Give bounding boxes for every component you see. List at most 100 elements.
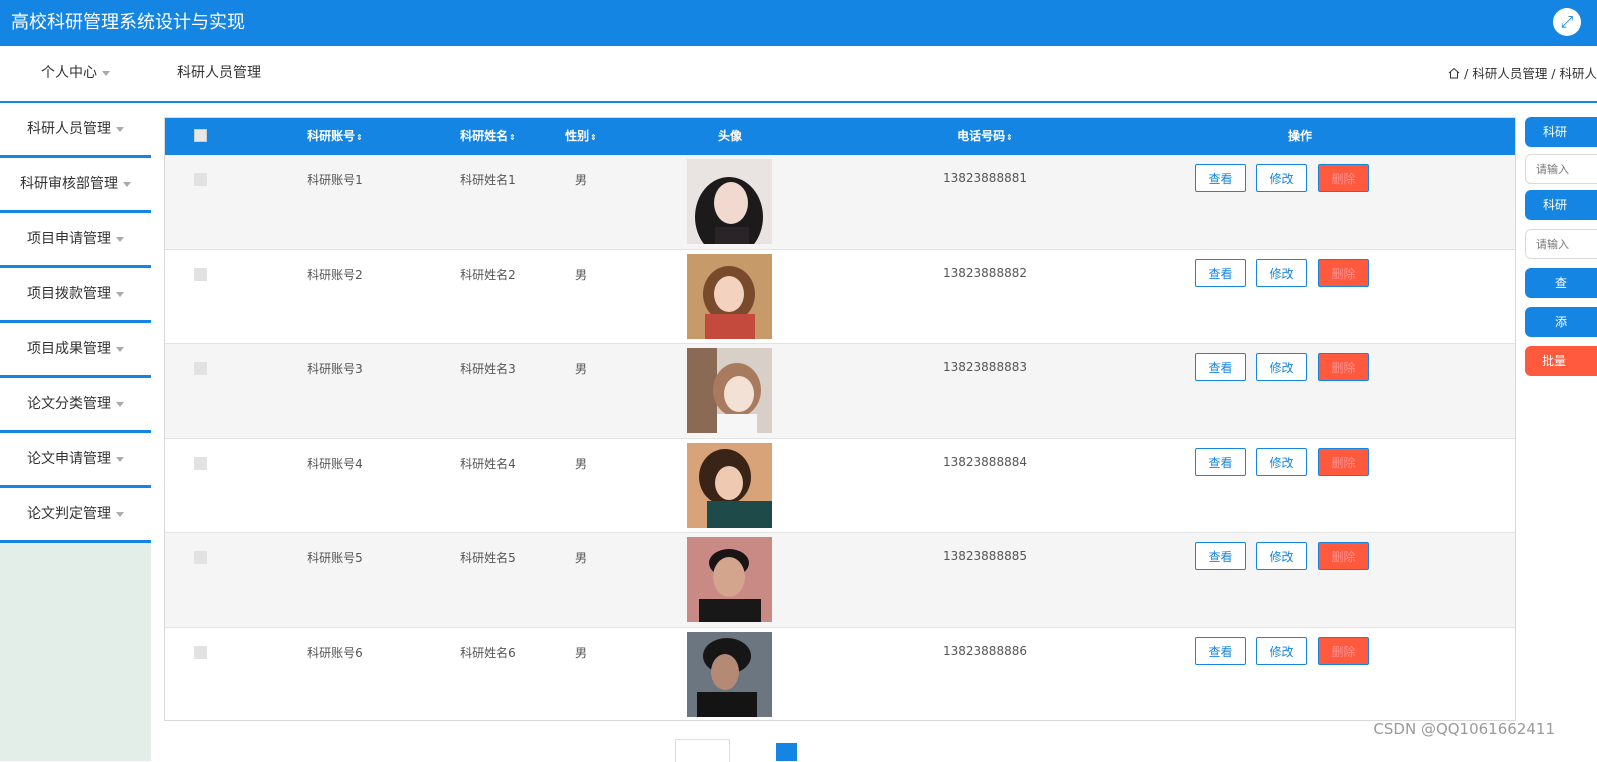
cell-account: 科研账号6	[307, 645, 363, 660]
personal-center-menu[interactable]: 个人中心	[0, 46, 151, 101]
header-name[interactable]: 科研姓名⇕	[413, 118, 563, 155]
cell-name: 科研姓名4	[460, 456, 516, 471]
cell-name: 科研姓名6	[460, 645, 516, 660]
table-row: 科研账号4 科研姓名4 男 13823888884 查看 修改 删除	[165, 438, 1515, 534]
search-input-account[interactable]: 请输入	[1525, 154, 1597, 184]
pagination-size-select[interactable]	[675, 739, 730, 762]
search-input-name[interactable]: 请输入	[1525, 229, 1597, 259]
cell-name: 科研姓名5	[460, 551, 516, 566]
search-label-account: 科研	[1525, 117, 1597, 147]
cell-name: 科研姓名2	[460, 267, 516, 282]
caret-down-icon	[116, 401, 124, 407]
cell-gender: 男	[574, 551, 587, 566]
avatar	[687, 253, 772, 339]
sort-icon[interactable]: ⇕	[590, 133, 597, 142]
cell-phone: 13823888881	[943, 171, 1027, 185]
sidebar-item-paper-judge[interactable]: 论文判定管理	[0, 488, 151, 543]
table-row: 科研账号3 科研姓名3 男 13823888883 查看 修改 删除	[165, 344, 1515, 439]
sidebar-item-project-result[interactable]: 项目成果管理	[0, 323, 151, 378]
watermark: CSDN @QQ1061662411	[1373, 720, 1555, 738]
select-all-checkbox[interactable]	[194, 129, 207, 142]
researcher-table: 科研账号⇕ 科研姓名⇕ 性别⇕ 头像 电话号码⇕ 操作 科研账号1 科研姓名1 …	[164, 117, 1516, 721]
view-button[interactable]: 查看	[1195, 258, 1246, 287]
cell-account: 科研账号4	[307, 456, 363, 471]
delete-button[interactable]: 删除	[1318, 636, 1369, 665]
sidebar-item-paper-category[interactable]: 论文分类管理	[0, 378, 151, 433]
edit-button[interactable]: 修改	[1256, 447, 1307, 476]
avatar	[687, 159, 772, 244]
view-button[interactable]: 查看	[1195, 447, 1246, 476]
cell-gender: 男	[574, 173, 587, 187]
sub-header: 个人中心 科研人员管理 / 科研人员管理 / 科研人	[0, 46, 1597, 103]
edit-button[interactable]: 修改	[1256, 164, 1307, 192]
delete-button[interactable]: 删除	[1318, 258, 1369, 287]
row-checkbox[interactable]	[194, 267, 207, 281]
delete-button[interactable]: 删除	[1318, 164, 1369, 192]
edit-button[interactable]: 修改	[1256, 353, 1307, 382]
header-gender[interactable]: 性别⇕	[543, 118, 619, 155]
sidebar-item-researcher[interactable]: 科研人员管理	[0, 103, 151, 158]
header-account[interactable]: 科研账号⇕	[260, 118, 410, 155]
cell-phone: 13823888882	[943, 265, 1027, 280]
cell-gender: 男	[574, 645, 587, 660]
view-button[interactable]: 查看	[1195, 353, 1246, 382]
view-button[interactable]: 查看	[1195, 164, 1246, 192]
edit-button[interactable]: 修改	[1256, 258, 1307, 287]
row-checkbox[interactable]	[194, 645, 207, 659]
sidebar-item-review-dept[interactable]: 科研审核部管理	[0, 158, 151, 213]
pagination-current-page[interactable]	[776, 743, 797, 761]
delete-button[interactable]: 删除	[1318, 353, 1369, 382]
cell-account: 科研账号1	[307, 173, 363, 187]
sidebar-item-label: 科研人员管理	[27, 121, 111, 137]
view-button[interactable]: 查看	[1195, 636, 1246, 665]
edit-button[interactable]: 修改	[1256, 636, 1307, 665]
table-row: 科研账号1 科研姓名1 男 13823888881 查看 修改 删除	[165, 155, 1515, 250]
header-label: 科研账号	[307, 129, 356, 143]
header-label: 性别	[565, 129, 590, 143]
caret-down-icon	[102, 70, 110, 76]
sidebar-item-label: 项目申请管理	[27, 231, 111, 247]
sidebar-item-label: 项目成果管理	[27, 341, 111, 357]
cell-account: 科研账号2	[307, 267, 363, 282]
caret-down-icon	[116, 291, 124, 297]
row-checkbox[interactable]	[194, 362, 207, 376]
sidebar-item-paper-apply[interactable]: 论文申请管理	[0, 433, 151, 488]
avatar	[687, 442, 772, 528]
home-icon[interactable]	[1448, 67, 1460, 79]
sidebar-item-label: 科研审核部管理	[20, 176, 118, 192]
cell-name: 科研姓名3	[460, 362, 516, 377]
page-title: 科研人员管理	[177, 65, 261, 81]
delete-button[interactable]: 删除	[1318, 542, 1369, 571]
row-checkbox[interactable]	[194, 456, 207, 470]
row-checkbox[interactable]	[194, 551, 207, 565]
avatar	[687, 631, 772, 717]
add-button[interactable]: 添	[1525, 307, 1597, 337]
sort-icon[interactable]: ⇕	[356, 133, 363, 142]
table-body: 科研账号1 科研姓名1 男 13823888881 查看 修改 删除 科研账号2…	[165, 155, 1515, 720]
caret-down-icon	[116, 126, 124, 132]
caret-down-icon	[116, 346, 124, 352]
fullscreen-icon[interactable]: ⤢	[1553, 8, 1581, 36]
view-button[interactable]: 查看	[1195, 542, 1246, 571]
row-checkbox[interactable]	[194, 173, 207, 186]
search-button[interactable]: 查	[1525, 268, 1597, 298]
sidebar-item-project-fund[interactable]: 项目拨款管理	[0, 268, 151, 323]
sort-icon[interactable]: ⇕	[509, 133, 516, 142]
sidebar-item-project-apply[interactable]: 项目申请管理	[0, 213, 151, 268]
batch-delete-button[interactable]: 批量	[1525, 346, 1597, 376]
cell-phone: 13823888885	[943, 549, 1027, 564]
top-bar: 高校科研管理系统设计与实现 ⤢	[0, 0, 1597, 46]
header-actions: 操作	[1287, 129, 1312, 143]
edit-button[interactable]: 修改	[1256, 542, 1307, 571]
breadcrumb-text: / 科研人员管理 / 科研人	[1460, 66, 1597, 81]
cell-phone: 13823888886	[943, 643, 1027, 658]
caret-down-icon	[116, 456, 124, 462]
header-phone[interactable]: 电话号码⇕	[885, 118, 1085, 155]
app-title: 高校科研管理系统设计与实现	[11, 12, 245, 33]
delete-button[interactable]: 删除	[1318, 447, 1369, 476]
sort-icon[interactable]: ⇕	[1006, 133, 1013, 142]
sidebar-item-label: 论文分类管理	[27, 396, 111, 412]
cell-account: 科研账号3	[307, 362, 363, 377]
avatar	[687, 537, 772, 623]
cell-phone: 13823888884	[943, 454, 1027, 469]
